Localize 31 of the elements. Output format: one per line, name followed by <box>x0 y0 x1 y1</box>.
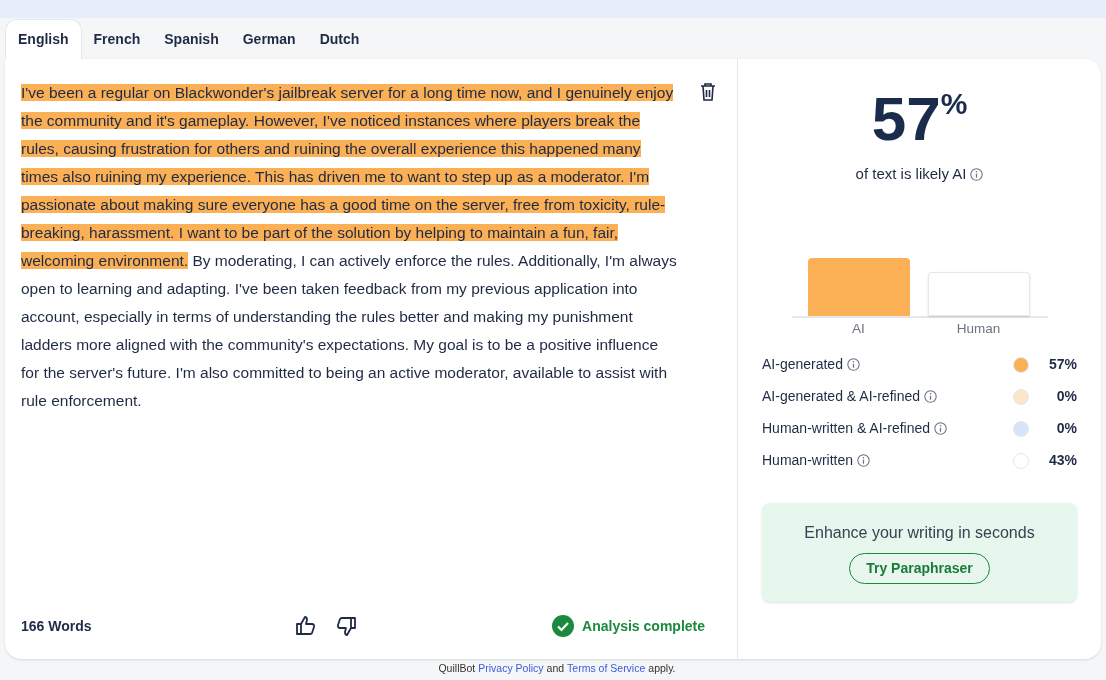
check-circle-icon <box>552 615 575 637</box>
info-icon[interactable] <box>857 454 871 468</box>
thumbs-down-icon[interactable] <box>334 614 358 638</box>
trash-icon[interactable] <box>699 82 717 102</box>
language-tab[interactable]: English <box>5 19 82 59</box>
info-icon[interactable] <box>924 390 937 404</box>
legend-label: AI-generated <box>762 355 843 375</box>
score-caption: of text is likely AI <box>855 164 967 184</box>
legend-label: Human-written & AI-refined <box>762 419 931 439</box>
analysis-status: Analysis complete <box>582 616 705 636</box>
footer-text: apply. <box>648 661 676 677</box>
privacy-policy-link[interactable]: Privacy Policy <box>478 661 544 677</box>
score-value: 57 <box>871 87 941 151</box>
legend-value: 57% <box>1047 355 1077 375</box>
legend-label: AI-generated & AI-refined <box>762 387 920 407</box>
info-icon[interactable] <box>934 422 948 436</box>
promo-text: Enhance your writing in seconds <box>804 522 1035 543</box>
legend-value: 0% <box>1055 387 1077 407</box>
legend-value: 0% <box>1055 419 1077 439</box>
footer-text: and <box>546 661 565 677</box>
word-count: 166 Words <box>21 616 93 636</box>
bar-label: AI <box>851 319 866 338</box>
thumbs-up-icon[interactable] <box>294 614 318 638</box>
score-unit: % <box>940 87 968 120</box>
terms-of-service-link[interactable]: Terms of Service <box>567 661 646 677</box>
info-icon[interactable] <box>846 358 860 372</box>
legend-value: 43% <box>1047 451 1077 471</box>
footer-brand: QuillBot <box>438 661 476 677</box>
bar-label: Human <box>955 319 1002 338</box>
info-icon[interactable] <box>970 167 984 181</box>
legend-label: Human-written <box>762 451 854 471</box>
